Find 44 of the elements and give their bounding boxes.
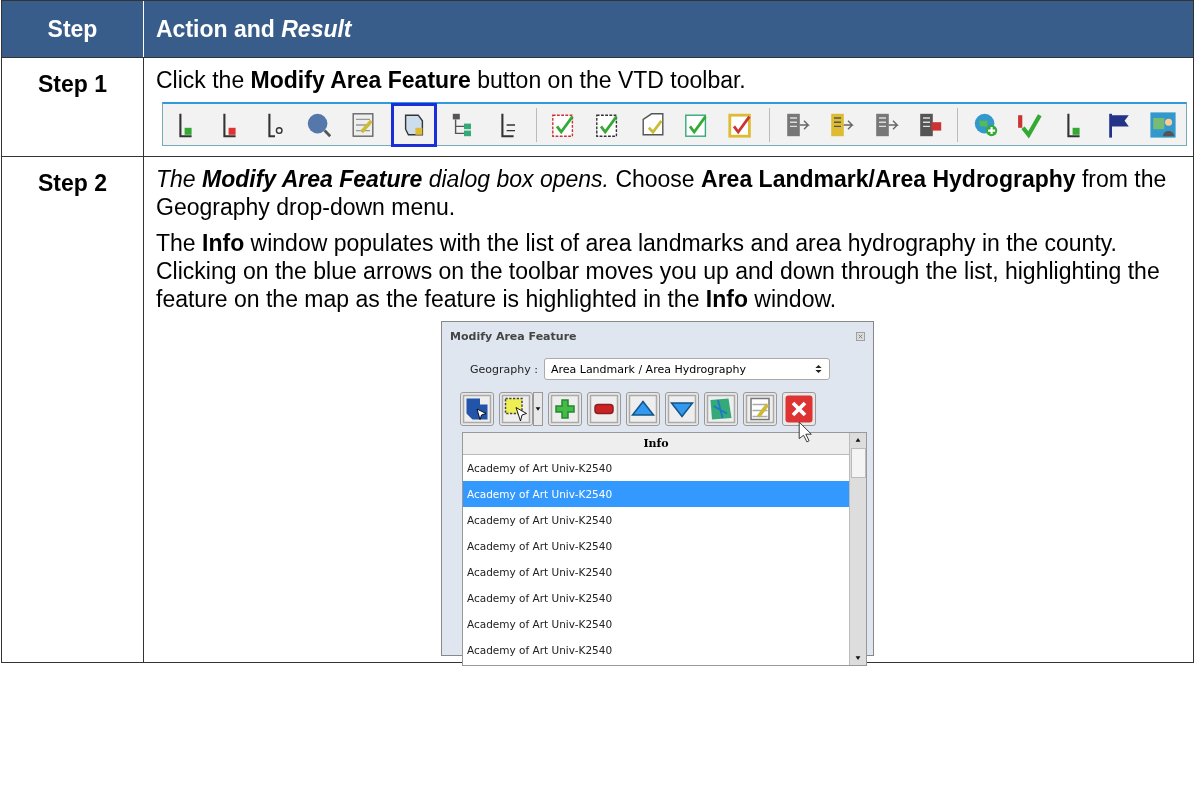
scroll-thumb[interactable] bbox=[850, 448, 866, 478]
tool-button[interactable] bbox=[782, 392, 816, 426]
instruction-text: The Info window populates with the list of area landmarks and area hydrography in the county. Clicking on the blue arrows on the toolbar moves you up and down through the list, highlighting the feature on the map as the feature is highlighted in the Info window. bbox=[156, 229, 1161, 313]
geography-dropdown[interactable]: Area Landmark / Area Hydrography bbox=[543, 358, 830, 380]
caret-icon bbox=[534, 406, 542, 412]
dropdown-button[interactable] bbox=[533, 392, 543, 426]
list-item[interactable]: Academy of Art Univ-K2540 bbox=[463, 455, 849, 481]
table-edit-icon bbox=[745, 394, 775, 424]
down-arrow-icon[interactable] bbox=[854, 655, 862, 661]
field-label: Geography : bbox=[470, 362, 538, 376]
up-arrow-icon[interactable] bbox=[854, 437, 862, 443]
area-select-icon bbox=[462, 394, 492, 424]
tool-button[interactable] bbox=[665, 392, 699, 426]
plus-icon bbox=[550, 394, 580, 424]
map-icon bbox=[706, 394, 736, 424]
column-header: Step bbox=[2, 1, 144, 57]
tool-button[interactable] bbox=[460, 392, 494, 426]
minus-icon bbox=[589, 394, 619, 424]
scrollbar[interactable] bbox=[849, 433, 866, 665]
list-header: Info bbox=[463, 433, 849, 455]
instruction-text: Click the Modify Area Feature button on the VTD toolbar. bbox=[156, 66, 747, 94]
close-button[interactable] bbox=[856, 331, 865, 341]
step-label: Step 1 bbox=[38, 71, 107, 98]
list-item[interactable]: Academy of Art Univ-K2540 bbox=[463, 585, 849, 611]
close-icon bbox=[856, 331, 865, 341]
tool-button[interactable] bbox=[499, 392, 533, 426]
column-header: Action and Result bbox=[155, 14, 353, 44]
dialog-title: Modify Area Feature bbox=[450, 329, 577, 343]
instruction-text: The Modify Area Feature dialog box opens. Choose Area Landmark/Area Hydrography from the Geography drop-down menu. bbox=[156, 165, 1168, 221]
list-item[interactable]: Academy of Art Univ-K2540 bbox=[463, 637, 849, 663]
list-item[interactable]: Academy of Art Univ-K2540 bbox=[463, 611, 849, 637]
list-item[interactable]: Academy of Art Univ-K2540 bbox=[463, 507, 849, 533]
spinner-arrows-icon bbox=[813, 363, 823, 375]
tool-button[interactable] bbox=[704, 392, 738, 426]
step-label: Step 2 bbox=[38, 170, 107, 197]
list-item[interactable]: Academy of Art Univ-K2540 bbox=[463, 533, 849, 559]
box-select-icon bbox=[501, 394, 531, 424]
close-icon bbox=[784, 394, 814, 424]
toolbar-button[interactable] bbox=[390, 102, 437, 147]
map-icon bbox=[1148, 110, 1177, 139]
tool-button[interactable] bbox=[743, 392, 777, 426]
tool-button[interactable] bbox=[587, 392, 621, 426]
list-item[interactable]: Academy of Art Univ-K2540 bbox=[463, 559, 849, 585]
tool-button[interactable] bbox=[626, 392, 660, 426]
